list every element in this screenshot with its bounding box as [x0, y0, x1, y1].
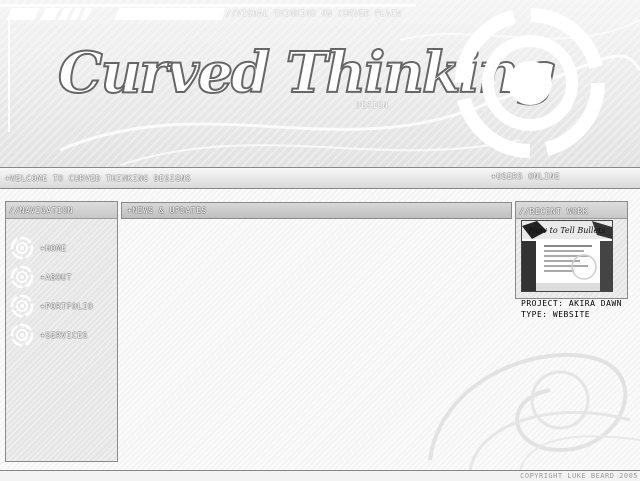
site-footer: Copyright Luke Beard 2005: [0, 470, 640, 481]
news-title: +News & Updates: [127, 206, 207, 215]
recent-work-header: //Recent Work: [516, 202, 627, 219]
stripes-decoration: [0, 4, 225, 20]
nav-item-about[interactable]: +About: [10, 265, 110, 289]
navigation-title: //Navigation: [9, 206, 73, 215]
corner-line-decoration: [8, 20, 16, 132]
tagline-bar: [226, 4, 416, 7]
nav-item-label: +Services: [40, 331, 88, 340]
site-header: //Visual thinking on curved plain Curved…: [0, 0, 640, 167]
nav-item-portfolio[interactable]: +Portfolio: [10, 294, 110, 318]
recent-work-panel: //Recent Work How to Tell Bullets: [515, 201, 628, 299]
navigation-panel: //Navigation +Home +About +Portfolio +Se…: [5, 201, 118, 462]
recent-work-title: //Recent Work: [519, 207, 589, 216]
swirl-decoration: [428, 352, 640, 470]
navigation-header: //Navigation: [6, 202, 117, 219]
nav-item-label: +Portfolio: [40, 302, 94, 311]
copyright-text: Copyright Luke Beard 2005: [520, 472, 638, 480]
nav-item-label: +Home: [40, 244, 67, 253]
thumbnail-title: How to Tell Bullets: [527, 226, 605, 235]
target-icon: [10, 265, 34, 289]
nav-item-home[interactable]: +Home: [10, 236, 110, 260]
site-tagline: //Visual thinking on curved plain: [226, 9, 402, 18]
thumbnail-image: How to Tell Bullets: [522, 221, 612, 291]
welcome-text: +Welcome to Curved Thinking Designs: [5, 174, 192, 183]
project-name: Project: Akira Dawn: [521, 299, 623, 308]
target-icon: [10, 294, 34, 318]
project-type: Type: Website: [521, 310, 591, 319]
nav-item-label: +About: [40, 273, 72, 282]
users-online-label[interactable]: +Users Online: [491, 172, 560, 181]
target-icon: [10, 323, 34, 347]
recent-work-thumbnail[interactable]: How to Tell Bullets: [521, 220, 613, 292]
target-logo-icon: [455, 8, 605, 158]
site-logo-subtitle: Design: [356, 101, 388, 110]
recent-work-info: Project: Akira Dawn Type: Website: [521, 298, 622, 320]
welcome-bar: +Welcome to Curved Thinking Designs +Use…: [0, 167, 640, 189]
news-header: +News & Updates: [121, 202, 512, 219]
target-icon: [10, 236, 34, 260]
nav-item-services[interactable]: +Services: [10, 323, 110, 347]
